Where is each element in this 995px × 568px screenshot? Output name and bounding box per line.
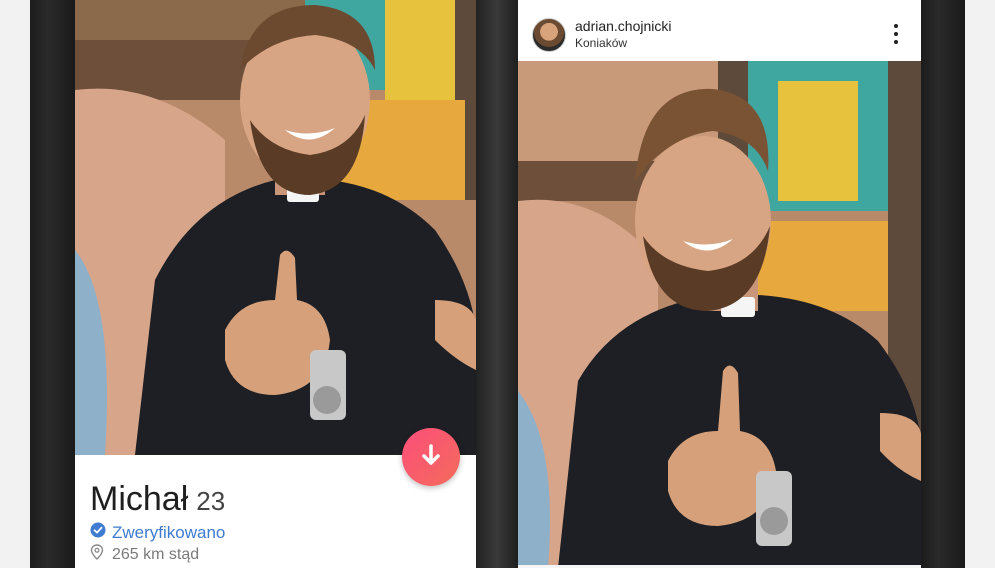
verified-row: Zweryfikowano <box>90 522 225 543</box>
expand-profile-button[interactable] <box>402 428 460 486</box>
right-margin <box>965 0 995 568</box>
middle-phone-bezel <box>476 0 518 568</box>
location-pin-icon <box>90 544 104 565</box>
profile-photo[interactable] <box>75 0 476 455</box>
profile-name: Michał <box>90 480 189 518</box>
arrow-down-icon <box>420 443 442 472</box>
post-username[interactable]: adrian.chojnicki <box>575 18 672 34</box>
distance-row: 265 km stąd <box>90 544 199 565</box>
post-location[interactable]: Koniaków <box>575 36 627 50</box>
distance-label: 265 km stąd <box>112 545 200 563</box>
verified-label: Zweryfikowano <box>112 522 226 542</box>
left-phone-bezel <box>30 0 75 568</box>
left-margin <box>0 0 30 568</box>
right-phone-bezel <box>921 0 965 568</box>
post-header: adrian.chojnicki Koniaków <box>518 0 921 61</box>
verified-check-icon <box>90 522 106 543</box>
avatar[interactable] <box>532 18 566 52</box>
profile-age: 23 <box>196 486 226 516</box>
post-photo[interactable] <box>518 61 921 568</box>
name-age-row: Michał 23 <box>90 480 225 519</box>
more-options-icon[interactable] <box>886 22 906 46</box>
